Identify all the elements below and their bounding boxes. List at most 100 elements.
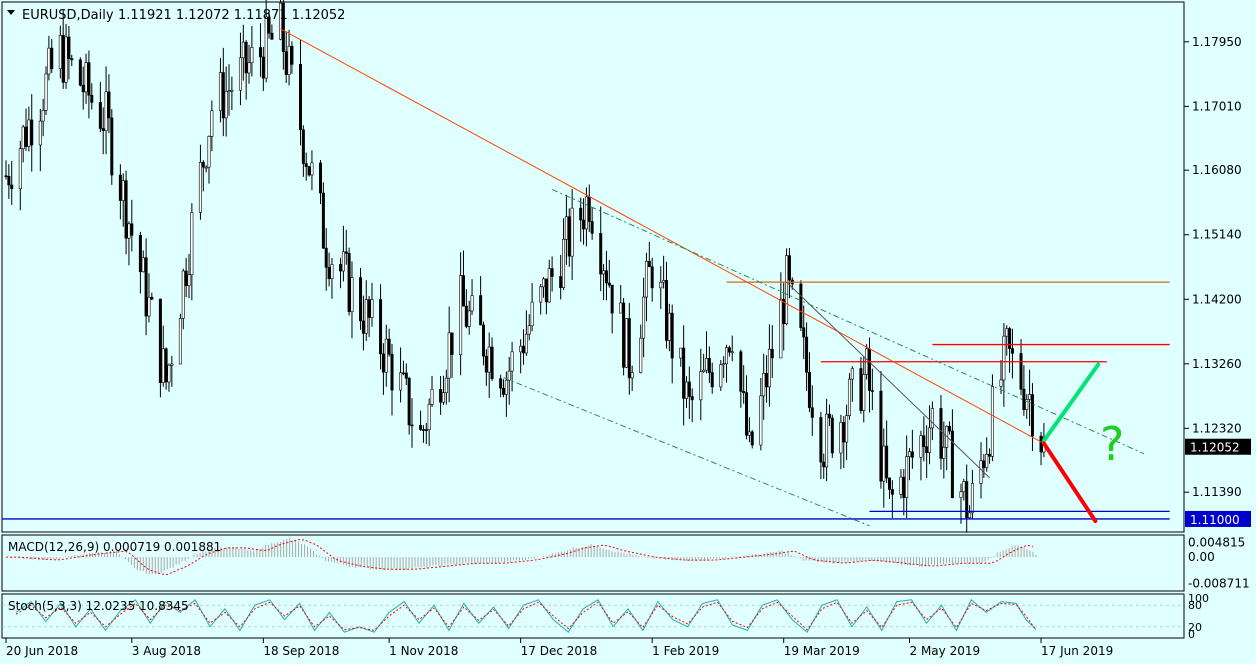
candle-body bbox=[227, 90, 231, 93]
candle-body bbox=[47, 47, 51, 75]
candle-body bbox=[107, 91, 111, 119]
macd-tick-label: 0.004815 bbox=[1188, 535, 1245, 549]
candle-body bbox=[887, 477, 891, 490]
candle-body bbox=[130, 223, 134, 236]
candle-body bbox=[610, 284, 614, 314]
candle-body bbox=[539, 286, 543, 303]
candle-body bbox=[647, 260, 651, 268]
candle-body bbox=[862, 374, 866, 411]
candle-body bbox=[879, 390, 883, 482]
price-tick-label: 1.12320 bbox=[1192, 421, 1242, 435]
macd-tick-label: -0.008711 bbox=[1188, 577, 1250, 591]
candle-body bbox=[390, 353, 394, 391]
candle-body bbox=[198, 161, 202, 213]
candle-body bbox=[928, 427, 932, 453]
time-tick-label: 17 Jun 2019 bbox=[1041, 644, 1113, 658]
candle-body bbox=[959, 491, 963, 498]
stoch-tick-label: 80 bbox=[1188, 599, 1202, 612]
candle-body bbox=[70, 58, 74, 61]
candle-body bbox=[807, 372, 811, 409]
candle-body bbox=[459, 275, 463, 355]
candle-body bbox=[767, 348, 771, 388]
candle-body bbox=[161, 348, 165, 383]
candle-body bbox=[67, 36, 71, 59]
candle-body bbox=[839, 421, 843, 454]
candle-body bbox=[298, 64, 302, 131]
candle-body bbox=[304, 163, 308, 167]
candle-body bbox=[988, 453, 992, 457]
candle-body bbox=[184, 270, 188, 286]
candle-body bbox=[970, 483, 974, 514]
candle-body bbox=[990, 386, 994, 457]
candle-body bbox=[261, 56, 265, 79]
candle-body bbox=[599, 233, 603, 275]
candle-body bbox=[84, 62, 88, 93]
candle-body bbox=[1022, 388, 1026, 411]
candle-body bbox=[882, 445, 886, 482]
candle-body bbox=[730, 351, 734, 354]
candle-body bbox=[290, 45, 294, 65]
candle-body bbox=[464, 305, 468, 327]
candle-body bbox=[158, 298, 162, 383]
current-price-label: 1.12052 bbox=[1190, 441, 1240, 455]
candle-body bbox=[1005, 328, 1009, 337]
candle-body bbox=[684, 381, 688, 399]
candle-body bbox=[759, 395, 763, 446]
candle-body bbox=[779, 298, 783, 359]
candle-body bbox=[170, 363, 174, 366]
candle-body bbox=[948, 425, 952, 432]
candle-body bbox=[590, 221, 594, 234]
price-tick-label: 1.15140 bbox=[1192, 228, 1242, 242]
candle-body bbox=[87, 62, 91, 96]
candle-body bbox=[1039, 435, 1043, 453]
candle-body bbox=[444, 377, 448, 394]
candle-body bbox=[430, 389, 434, 405]
candle-body bbox=[7, 175, 11, 186]
candle-body bbox=[968, 512, 972, 518]
candle-body bbox=[410, 424, 414, 427]
candle-body bbox=[965, 481, 969, 518]
candle-body bbox=[662, 280, 666, 283]
candle-body bbox=[218, 72, 222, 112]
candle-body bbox=[24, 126, 28, 147]
candle-body bbox=[404, 372, 408, 379]
price-tick-label: 1.17950 bbox=[1192, 35, 1242, 49]
candle-body bbox=[327, 267, 331, 279]
candle-body bbox=[110, 117, 114, 176]
candle-body bbox=[384, 338, 388, 373]
candle-body bbox=[562, 238, 566, 288]
time-tick-label: 20 Jun 2018 bbox=[6, 644, 78, 658]
candle-body bbox=[370, 299, 374, 318]
candle-body bbox=[542, 278, 546, 288]
candle-body bbox=[942, 447, 946, 459]
candle-body bbox=[979, 460, 983, 484]
candle-body bbox=[650, 266, 654, 289]
candle-body bbox=[81, 84, 85, 93]
candle-body bbox=[164, 348, 168, 383]
candle-body bbox=[144, 257, 148, 317]
candle-body bbox=[899, 476, 903, 495]
candle-body bbox=[78, 59, 82, 86]
price-tick-label: 1.11390 bbox=[1192, 485, 1242, 499]
candle-body bbox=[710, 372, 714, 388]
candle-body bbox=[785, 255, 789, 325]
candle-body bbox=[787, 255, 791, 281]
candle-body bbox=[810, 407, 814, 418]
candle-body bbox=[925, 446, 929, 453]
candle-body bbox=[722, 363, 726, 366]
candle-body bbox=[319, 162, 323, 194]
candle-body bbox=[664, 280, 668, 341]
candle-body bbox=[241, 41, 245, 59]
candle-body bbox=[522, 345, 526, 354]
candle-body bbox=[190, 212, 194, 276]
candle-body bbox=[181, 270, 185, 319]
candle-body bbox=[827, 413, 831, 419]
candle-body bbox=[450, 332, 454, 355]
candle-body bbox=[58, 34, 62, 70]
candle-body bbox=[321, 192, 325, 249]
candle-body bbox=[504, 379, 508, 395]
candle-body bbox=[441, 392, 445, 403]
macd-title: MACD(12,26,9) 0.000719 0.001881 bbox=[8, 540, 221, 554]
candle-body bbox=[644, 260, 648, 298]
candle-body bbox=[567, 216, 571, 257]
